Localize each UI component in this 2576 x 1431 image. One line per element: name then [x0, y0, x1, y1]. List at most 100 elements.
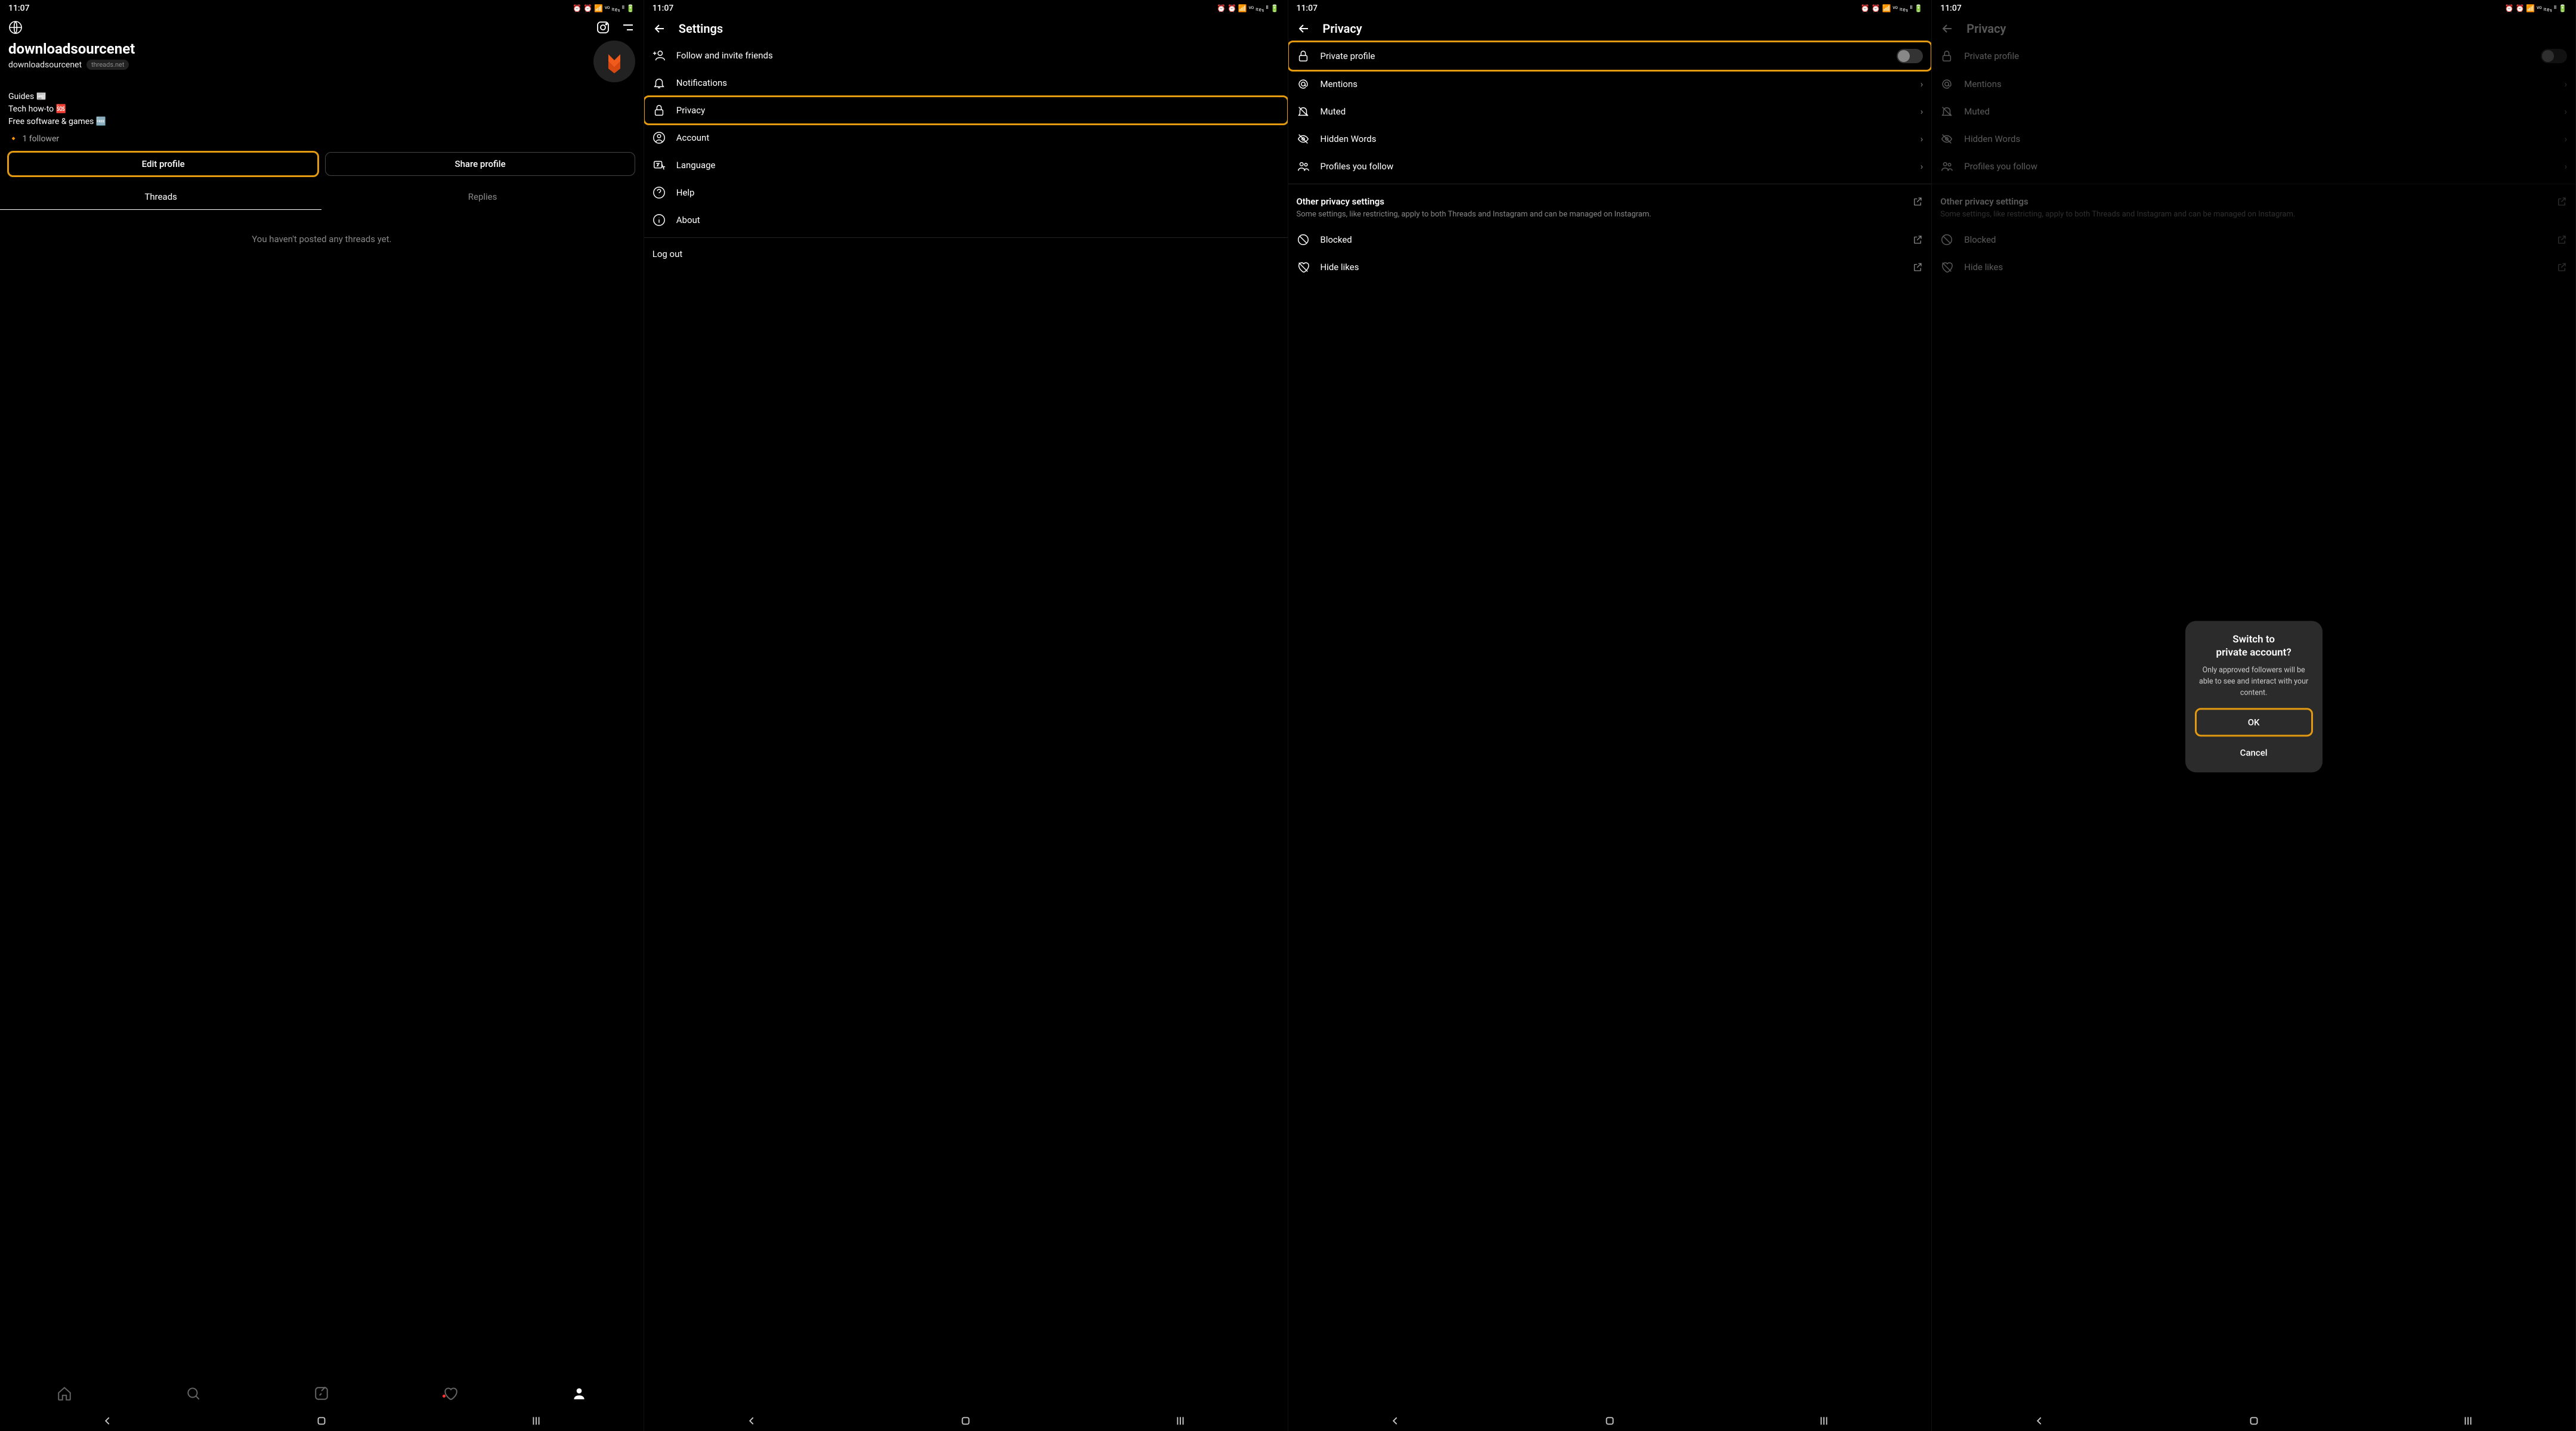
home-sys-icon[interactable]: [1603, 1414, 1616, 1427]
back-icon[interactable]: [745, 1414, 758, 1427]
settings-item-about[interactable]: About: [644, 206, 1288, 234]
compose-icon[interactable]: [314, 1386, 329, 1401]
at-icon: [1940, 78, 1953, 91]
privacy-item-muted: Muted ›: [1932, 98, 2575, 125]
status-time: 11:07: [8, 4, 30, 13]
bell-off-icon: [1940, 105, 1953, 118]
status-time: 11:07: [1297, 4, 1318, 13]
dialog-ok-button[interactable]: OK: [2196, 710, 2312, 736]
system-nav: [644, 1408, 1288, 1431]
home-sys-icon[interactable]: [959, 1414, 972, 1427]
chevron-right-icon: ›: [2564, 106, 2567, 117]
privacy-label: Muted: [1321, 106, 1346, 117]
chevron-right-icon: ›: [1921, 106, 1924, 117]
back-icon[interactable]: [101, 1414, 114, 1427]
settings-label: Notifications: [676, 78, 727, 88]
recents-icon[interactable]: [2461, 1414, 2475, 1427]
profile-icon[interactable]: [571, 1386, 587, 1401]
share-profile-button[interactable]: Share profile: [325, 152, 635, 176]
dialog-cancel-button[interactable]: Cancel: [2196, 741, 2312, 766]
privacy-label: Blocked: [1964, 234, 1996, 245]
follower-avatar-icon: 🔸: [8, 134, 18, 144]
privacy-item-hide-likes[interactable]: Hide likes: [1288, 253, 1932, 281]
instagram-icon[interactable]: [596, 20, 610, 35]
recents-icon[interactable]: [1174, 1414, 1187, 1427]
page-title: Settings: [679, 21, 723, 36]
settings-label: Help: [676, 187, 695, 198]
privacy-label: Hidden Words: [1964, 134, 2020, 144]
privacy-item-blocked: Blocked: [1932, 226, 2575, 253]
privacy-label: Private profile: [1321, 51, 1375, 61]
back-arrow-icon[interactable]: [652, 21, 667, 36]
bottom-nav: [0, 1379, 644, 1408]
privacy-item-muted[interactable]: Muted ›: [1288, 98, 1932, 125]
status-icons: ⏰ ⏰ 📶 ᵛᵒ ₗₜₑ₁ ᴵᴵ 🔋: [1217, 4, 1279, 13]
at-icon: [1297, 78, 1310, 91]
settings-item-notifications[interactable]: Notifications: [644, 69, 1288, 97]
system-nav: [0, 1408, 644, 1431]
settings-item-language[interactable]: Language: [644, 151, 1288, 179]
logout-label: Log out: [652, 249, 683, 259]
avatar[interactable]: [593, 41, 635, 82]
chevron-right-icon: ›: [1921, 134, 1924, 144]
other-privacy-header: Other privacy settings: [1297, 196, 1385, 207]
status-icons: ⏰ ⏰ 📶 ᵛᵒ ₗₜₑ₁ ᴵᴵ 🔋: [1861, 4, 1923, 13]
activity-icon[interactable]: [443, 1386, 458, 1401]
profile-username: downloadsourcenet: [8, 41, 135, 57]
settings-item-account[interactable]: Account: [644, 124, 1288, 151]
settings-label: Language: [676, 160, 716, 171]
empty-state-text: You haven't posted any threads yet.: [0, 210, 644, 268]
search-icon[interactable]: [185, 1386, 201, 1401]
external-link-icon: [1912, 262, 1923, 272]
person-add-icon: [652, 49, 666, 62]
status-time: 11:07: [652, 4, 674, 13]
home-sys-icon[interactable]: [2247, 1414, 2260, 1427]
privacy-label: Mentions: [1321, 79, 1357, 89]
privacy-item-private-profile[interactable]: Private profile: [1288, 42, 1932, 70]
settings-label: Privacy: [676, 105, 705, 116]
bell-off-icon: [1297, 105, 1310, 118]
globe-icon[interactable]: [8, 20, 23, 35]
system-nav: [1288, 1408, 1932, 1431]
external-link-icon[interactable]: [1912, 196, 1923, 207]
screen-privacy: 11:07 ⏰ ⏰ 📶 ᵛᵒ ₗₜₑ₁ ᴵᴵ 🔋 Privacy Private…: [1288, 0, 1932, 1431]
back-arrow-icon[interactable]: [1297, 21, 1311, 36]
followers-count[interactable]: 1 follower: [22, 134, 59, 144]
settings-item-help[interactable]: Help: [644, 179, 1288, 206]
edit-profile-button[interactable]: Edit profile: [8, 152, 318, 176]
private-toggle[interactable]: [1897, 49, 1923, 63]
privacy-item-hidden-words[interactable]: Hidden Words ›: [1288, 125, 1932, 153]
profile-handle: downloadsourcenet: [8, 60, 82, 70]
privacy-item-mentions[interactable]: Mentions ›: [1288, 70, 1932, 98]
home-icon[interactable]: [57, 1386, 72, 1401]
privacy-label: Hide likes: [1964, 262, 2003, 272]
people-icon: [1297, 160, 1310, 173]
back-icon[interactable]: [1388, 1414, 1402, 1427]
lock-icon: [1297, 49, 1310, 63]
status-icons: ⏰ ⏰ 📶 ᵛᵒ ₗₜₑ₁ ᴵᴵ 🔋: [573, 4, 635, 13]
account-icon: [652, 131, 666, 144]
dialog-title-line2: private account?: [2196, 646, 2312, 659]
privacy-label: Profiles you follow: [1321, 161, 1394, 172]
help-icon: [652, 186, 666, 199]
recents-icon[interactable]: [530, 1414, 543, 1427]
settings-item-privacy[interactable]: Privacy: [644, 97, 1288, 124]
privacy-item-blocked[interactable]: Blocked: [1288, 226, 1932, 253]
page-title: Privacy: [1323, 21, 1362, 36]
home-sys-icon[interactable]: [315, 1414, 328, 1427]
settings-label: Account: [676, 132, 710, 143]
page-title: Privacy: [1966, 21, 2006, 36]
dialog-title-line1: Switch to: [2196, 633, 2312, 646]
privacy-label: Blocked: [1321, 234, 1352, 245]
privacy-label: Private profile: [1964, 51, 2019, 61]
recents-icon[interactable]: [1817, 1414, 1830, 1427]
bio-line-2: Tech how-to 🆘: [8, 103, 635, 116]
tab-threads[interactable]: Threads: [0, 184, 321, 210]
privacy-item-hidden-words: Hidden Words ›: [1932, 125, 2575, 153]
settings-item-follow-invite[interactable]: Follow and invite friends: [644, 42, 1288, 69]
tab-replies[interactable]: Replies: [321, 184, 643, 210]
menu-icon[interactable]: [621, 20, 635, 35]
settings-item-logout[interactable]: Log out: [644, 241, 1288, 267]
privacy-item-profiles-follow[interactable]: Profiles you follow ›: [1288, 153, 1932, 180]
back-icon[interactable]: [2033, 1414, 2046, 1427]
